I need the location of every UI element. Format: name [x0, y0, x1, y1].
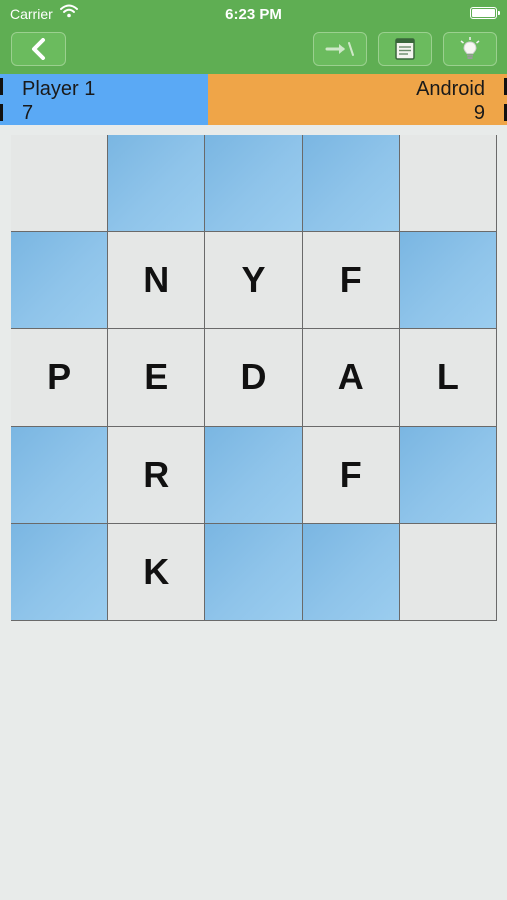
board-cell[interactable]	[205, 426, 303, 524]
letter-tile[interactable]: K	[108, 523, 206, 621]
letter-tile[interactable]: A	[302, 329, 400, 427]
swap-button[interactable]	[313, 32, 367, 66]
board-cell[interactable]	[399, 426, 497, 524]
board-cell[interactable]	[205, 135, 303, 233]
board-cell[interactable]	[302, 523, 400, 621]
player-2-score: 9	[473, 102, 485, 124]
board-cell[interactable]	[11, 232, 109, 330]
letter-tile[interactable]: D	[205, 329, 303, 427]
board-cell[interactable]	[399, 232, 497, 330]
turn-marker	[0, 104, 3, 121]
hint-button[interactable]	[443, 32, 497, 66]
letter-tile[interactable]: L	[399, 329, 497, 427]
letter-tile[interactable]: Y	[205, 232, 303, 330]
back-button[interactable]	[11, 32, 66, 66]
notepad-icon	[395, 38, 415, 60]
battery-icon	[470, 7, 500, 19]
board-cell[interactable]	[205, 523, 303, 621]
chevron-left-icon	[31, 38, 45, 60]
board-cell[interactable]	[399, 523, 497, 621]
turn-marker	[0, 78, 3, 95]
notes-button[interactable]	[378, 32, 432, 66]
board-cell[interactable]	[11, 523, 109, 621]
board-cell[interactable]	[302, 135, 400, 233]
player-2-panel: Android 9	[208, 74, 507, 125]
player-2-name: Android	[416, 78, 485, 100]
player-1-score: 7	[22, 102, 34, 124]
score-bar: Player 1 7 Android 9	[0, 74, 507, 125]
letter-tile[interactable]: F	[302, 232, 400, 330]
toolbar	[0, 28, 507, 74]
letter-tile[interactable]: E	[108, 329, 206, 427]
board-cell[interactable]	[11, 135, 109, 233]
game-board: NYFPEDALRFK	[11, 135, 497, 621]
status-bar: Carrier 6:23 PM	[0, 0, 507, 28]
board-cell[interactable]	[11, 426, 109, 524]
letter-tile[interactable]: N	[108, 232, 206, 330]
player-1-name: Player 1	[22, 78, 96, 100]
letter-tile[interactable]: R	[108, 426, 206, 524]
board-cell[interactable]	[399, 135, 497, 233]
lightbulb-icon	[460, 37, 480, 59]
swap-arrow-icon	[325, 42, 354, 56]
letter-tile[interactable]: F	[302, 426, 400, 524]
player-1-panel: Player 1 7	[0, 74, 208, 125]
clock: 6:23 PM	[225, 6, 282, 23]
letter-tile[interactable]: P	[11, 329, 109, 427]
board-cell[interactable]	[108, 135, 206, 233]
